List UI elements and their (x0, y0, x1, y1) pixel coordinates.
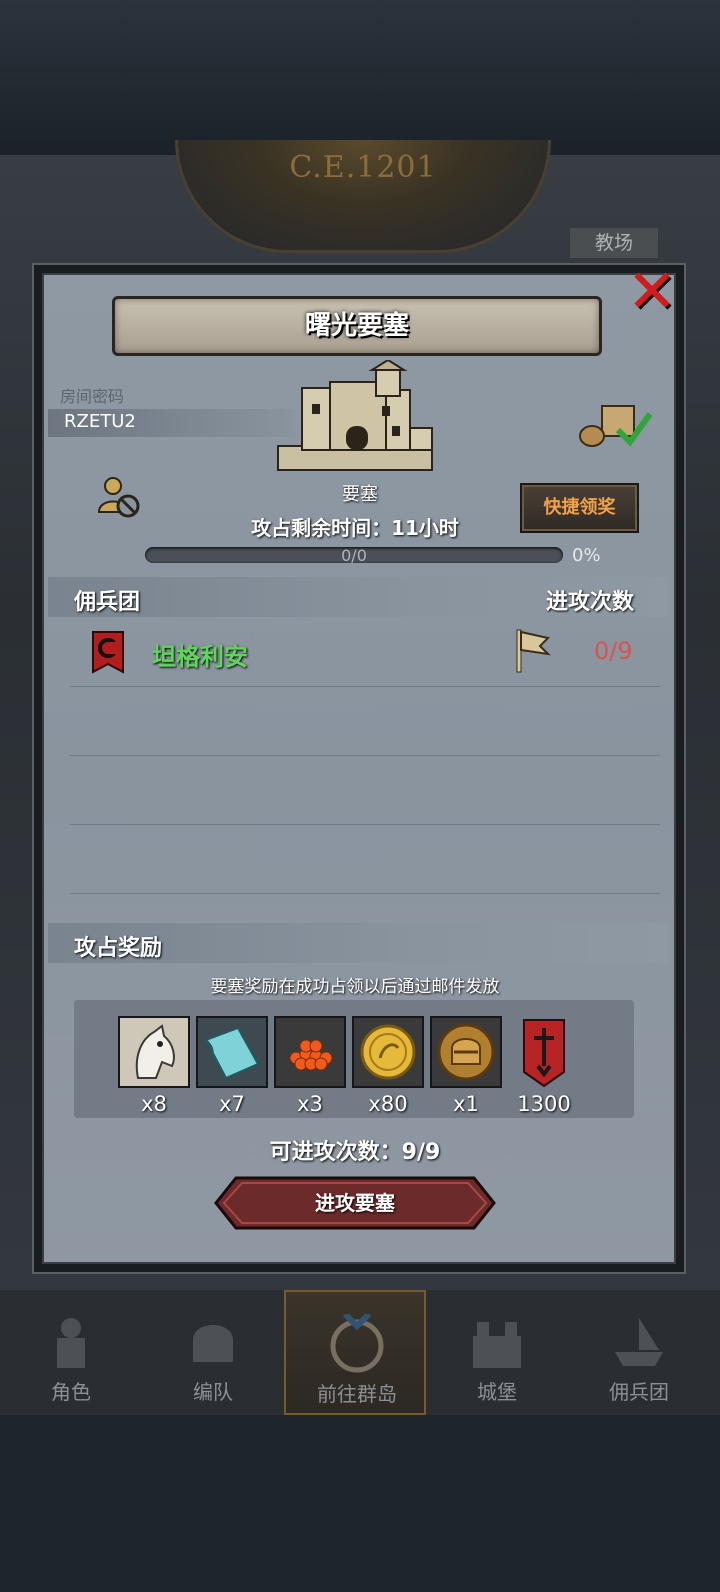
mercenary-attack-count: 0/9 (594, 637, 633, 665)
reward-item-beads[interactable] (274, 1016, 346, 1088)
nav-item-mercenary[interactable]: 佣兵团 (568, 1290, 710, 1415)
compass-icon (330, 1314, 384, 1373)
dialog-title: 曙光要塞 (304, 311, 409, 341)
reward-item-helmet[interactable] (430, 1016, 502, 1088)
helmet-icon (193, 1325, 233, 1362)
reward-item-cloth[interactable] (196, 1016, 268, 1088)
row-divider (70, 755, 660, 756)
helmet-medal-icon (432, 1018, 500, 1086)
cloth-icon (198, 1018, 266, 1086)
reward-qty: x1 (453, 1092, 479, 1116)
reward-crate-icon[interactable] (578, 400, 654, 450)
nav-label: 编队 (193, 1380, 233, 1404)
mercenary-header: 佣兵团 (74, 590, 141, 615)
nav-item-castle[interactable]: 城堡 (426, 1290, 568, 1415)
nav-label: 角色 (51, 1380, 91, 1404)
room-password-label: 房间密码 (60, 387, 125, 406)
bottom-dark-area (0, 1415, 720, 1592)
progress-percent: 0% (572, 545, 601, 566)
attempts-remaining: 可进攻次数：9/9 (269, 1140, 441, 1165)
rewards-note: 要塞奖励在成功占领以后通过邮件发放 (210, 977, 500, 997)
row-divider (70, 893, 660, 894)
era-dial: C.E.1201 (175, 140, 551, 253)
room-password-value: RZETU2 (64, 411, 136, 432)
castle-icon (473, 1322, 521, 1368)
reward-item-gold[interactable] (352, 1016, 424, 1088)
reward-qty: x8 (141, 1092, 167, 1116)
red-banner-icon (523, 1019, 565, 1088)
row-divider (70, 824, 660, 825)
reward-qty: x3 (297, 1092, 323, 1116)
era-label: C.E.1201 (289, 150, 437, 185)
side-tab-drill-ground[interactable]: 教场 (570, 228, 658, 258)
reward-qty: x7 (219, 1092, 245, 1116)
attack-count-header: 进攻次数 (545, 590, 634, 615)
nav-label: 佣兵团 (609, 1380, 669, 1404)
top-dark-area (0, 0, 720, 160)
nav-item-islands[interactable]: 前往群岛 (284, 1290, 426, 1415)
fortress-icon (277, 360, 433, 471)
nav-item-character[interactable]: 角色 (0, 1290, 142, 1415)
flag-icon (516, 629, 551, 673)
close-icon[interactable]: ✕ (627, 257, 677, 327)
mercenary-name[interactable]: 坦格利安 (152, 637, 248, 672)
nav-item-formation[interactable]: 编队 (142, 1290, 284, 1415)
reward-item-banner[interactable] (508, 1016, 580, 1088)
reward-qty: x80 (368, 1092, 408, 1116)
reward-qty: 1300 (517, 1092, 571, 1116)
row-divider (70, 686, 660, 687)
horse-icon (120, 1018, 188, 1086)
rewards-header: 攻占奖励 (74, 936, 163, 961)
nav-label: 前往群岛 (317, 1382, 397, 1406)
attack-fortress-button[interactable]: 进攻要塞 (214, 1176, 496, 1230)
knight-icon (57, 1318, 85, 1368)
ship-icon (615, 1318, 663, 1366)
gold-coin-icon (354, 1018, 422, 1086)
occupation-timer: 攻占剩余时间：11小时 (251, 516, 459, 540)
mercenary-banner-icon (92, 631, 124, 674)
attack-fortress-label[interactable]: 进攻要塞 (214, 1176, 496, 1230)
reward-item-horse[interactable] (118, 1016, 190, 1088)
red-beads-icon (276, 1018, 344, 1086)
progress-text: 0/0 (341, 546, 367, 565)
close-button[interactable]: ✕ (622, 262, 682, 322)
nav-label: 城堡 (477, 1380, 517, 1404)
title-banner: 曙光要塞 (112, 296, 602, 356)
